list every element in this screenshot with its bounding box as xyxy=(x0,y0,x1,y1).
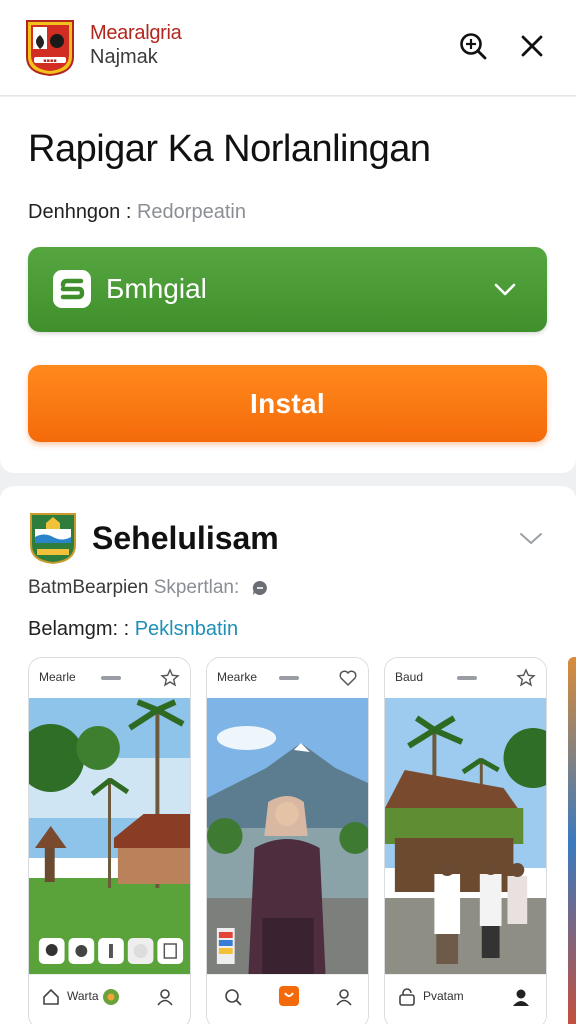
heart-icon[interactable] xyxy=(338,668,358,688)
preview-pill xyxy=(457,676,477,680)
profile-icon[interactable] xyxy=(155,987,175,1007)
svg-text:▪▪▪▪: ▪▪▪▪ xyxy=(43,58,57,64)
star-icon[interactable] xyxy=(160,668,180,688)
top-bar: ▪▪▪▪ Mearalgria Najmak xyxy=(0,0,576,96)
preview-pill xyxy=(101,676,121,680)
close-icon[interactable] xyxy=(516,30,548,62)
preview-bottombar: Warta xyxy=(29,974,190,1024)
info-label: BatmBearpien xyxy=(28,577,149,598)
chevron-down-icon[interactable] xyxy=(518,525,544,551)
screenshot-preview[interactable]: Mearle Warta xyxy=(28,657,191,1024)
preview-bottombar xyxy=(207,974,368,1024)
preview-pill xyxy=(279,676,299,680)
preview-topbar: Baud xyxy=(385,658,546,698)
mountain-portrait-photo xyxy=(207,698,368,974)
badge-icon xyxy=(103,989,119,1005)
preview-label: Baud xyxy=(395,670,424,684)
screenshot-preview[interactable]: Mearke xyxy=(206,657,369,1024)
version-select-label: Бmhgial xyxy=(106,273,207,304)
chevron-down-icon xyxy=(494,283,516,296)
detail-link[interactable]: Peklsnbatin xyxy=(135,618,238,640)
meta-row: Denhngon : Redorpeatin xyxy=(28,201,246,224)
app-tab-icon[interactable] xyxy=(278,985,300,1007)
info-row: BatmBearpien Skpertlan: xyxy=(28,577,269,599)
version-select[interactable]: Бmhgial xyxy=(28,247,547,332)
app-detail-page: ▪▪▪▪ Mearalgria Najmak Rapigar Ka Norlan… xyxy=(0,0,576,1024)
install-button[interactable]: Instal xyxy=(28,365,547,442)
preview-bottombar: Pvatam xyxy=(385,974,546,1024)
info-value: Skpertlan: xyxy=(153,577,240,598)
lock-icon[interactable] xyxy=(397,987,417,1007)
preview-topbar: Mearke xyxy=(207,658,368,698)
preview-bottom-label: Warta xyxy=(67,989,99,1003)
share-icon[interactable] xyxy=(516,668,536,688)
screenshot-preview[interactable]: Baud Pvatam xyxy=(384,657,547,1024)
page-title: Rapigar Ka Norlanlingan xyxy=(28,128,431,170)
village-hut-photo xyxy=(385,698,546,974)
chat-bubble-icon[interactable] xyxy=(251,579,269,597)
regional-seal-icon xyxy=(30,513,76,565)
flag-crest-icon[interactable]: ▪▪▪▪ xyxy=(24,17,76,77)
brand-name: Mearalgria xyxy=(90,22,182,44)
preview-topbar: Mearle xyxy=(29,658,190,698)
temple-garden-photo xyxy=(29,698,190,974)
preview-bottom-label: Pvatam xyxy=(423,989,464,1003)
section-title: Sehelulisam xyxy=(92,520,279,556)
app-badge-icon xyxy=(53,270,91,308)
preview-label: Mearle xyxy=(39,670,76,684)
profile-icon[interactable] xyxy=(334,987,354,1007)
home-icon[interactable] xyxy=(41,987,61,1007)
meta-label: Denhngon : xyxy=(28,201,132,223)
next-preview-edge[interactable] xyxy=(568,657,576,1024)
brand-subtitle: Najmak xyxy=(90,46,158,68)
search-icon[interactable] xyxy=(457,30,489,62)
meta-value: Redorpeatin xyxy=(136,201,246,223)
link-row-label: Belamgm: : xyxy=(28,618,130,640)
preview-label: Mearke xyxy=(217,670,258,684)
search-icon[interactable] xyxy=(223,987,243,1007)
link-row: Belamgm: : Peklsnbatin xyxy=(28,618,238,641)
profile-icon[interactable] xyxy=(511,987,531,1007)
